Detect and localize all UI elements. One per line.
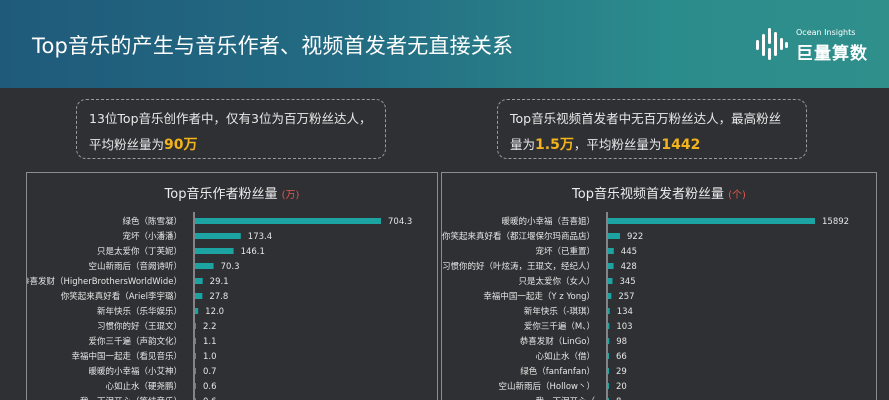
category-label: 只是太爱你（女人） (518, 276, 595, 287)
category-label: 恭喜发财（LinGo） (520, 336, 595, 347)
category-label: 暖暖的小幸福（吾喜姐） (501, 216, 595, 227)
value-label: 146.1 (241, 247, 265, 257)
category-label: 只是太爱你（丁芙妮） (97, 246, 182, 257)
chart-panel-publishers: Top音乐视频首发者粉丝量 (个) 暖暖的小幸福（吾喜姐） 15892 你笑起来真好… (441, 172, 877, 400)
ocean-insights-logo-icon (756, 28, 788, 60)
bar (608, 383, 609, 389)
bar (195, 338, 196, 344)
category-label: 爱你三千遍（M、） (524, 321, 595, 332)
category-label: 宠坏（已重置） (535, 246, 595, 257)
value-label: 70.3 (221, 262, 240, 272)
value-label: 20 (616, 382, 627, 392)
value-label: 922 (627, 232, 643, 242)
callout-publishers-line1: Top音乐视频首发者中无百万粉丝达人，最高粉丝 (510, 111, 782, 126)
value-label: 66 (616, 352, 627, 362)
bar (195, 233, 241, 239)
bar (608, 218, 815, 224)
value-label: 445 (621, 247, 637, 257)
value-label: 0.6 (203, 382, 217, 392)
bar (195, 248, 234, 254)
bar (195, 293, 203, 299)
value-label: 428 (621, 262, 637, 272)
bar (608, 263, 614, 269)
category-label: 你笑起来真好看（Ariel李宇璐） (61, 291, 182, 302)
callout-publishers: Top音乐视频首发者中无百万粉丝达人，最高粉丝 量为1.5万，平均粉丝量为144… (497, 99, 807, 159)
category-label: 爱你三千遍（声韵文化） (88, 336, 182, 347)
bar-chart-authors: 绿色（陈雪凝） 704.3 宠坏（小潘潘） 173.4 只是太爱你（丁芙妮） 146.1 空… (27, 212, 412, 400)
value-label: 12.0 (205, 307, 224, 317)
bar-chart-publishers: 暖暖的小幸福（吾喜姐） 15892 你笑起来真好看（都江堰保尔玛商品店） 922 宠坏（… (442, 212, 849, 400)
bar (195, 263, 214, 269)
value-label: 704.3 (388, 217, 412, 227)
callout-publishers-highlight-max: 1.5万 (535, 137, 574, 153)
category-label: 新年快乐（-琪琪） (524, 306, 595, 317)
category-label: 我一下泪开心（等结音乐） (80, 396, 182, 400)
category-label: 我一下泪开心（ (535, 396, 595, 400)
bar (195, 218, 381, 224)
callout-authors: 13位Top音乐创作者中，仅有3位为百万粉丝达人， 平均粉丝量为90万 (76, 99, 386, 159)
bar (608, 338, 610, 344)
category-label: 恭喜发财（HigherBrothersWorldWide） (27, 276, 182, 287)
value-label: 98 (616, 337, 627, 347)
bar (195, 383, 196, 389)
value-label: 257 (618, 292, 634, 302)
bar (608, 323, 610, 329)
callout-authors-line1: 13位Top音乐创作者中，仅有3位为百万粉丝达人， (89, 111, 372, 126)
value-label: 1.1 (203, 337, 217, 347)
bar (195, 323, 196, 329)
callout-publishers-mid: ，平均粉丝量为 (573, 137, 662, 152)
category-label: 空山新雨后（音阙诗听） (88, 261, 182, 272)
category-label: 幸福中国一起走（Y z Yong） (483, 291, 595, 302)
page-title: Top音乐的产生与音乐作者、视频首发者无直接关系 (32, 34, 514, 58)
value-label: 27.8 (209, 292, 228, 302)
callout-publishers-prefix: 量为 (510, 137, 536, 152)
callout-authors-highlight: 90万 (164, 137, 198, 153)
bar (608, 308, 610, 314)
value-label: 1.0 (203, 352, 217, 362)
header-banner: Top音乐的产生与音乐作者、视频首发者无直接关系 Ocean Insights … (0, 0, 889, 88)
value-label: 0.7 (203, 367, 217, 377)
value-label: 134 (617, 307, 633, 317)
value-label: 345 (619, 277, 635, 287)
value-label: 15892 (822, 217, 849, 227)
value-label: 29.1 (210, 277, 229, 287)
bar (608, 233, 621, 239)
callout-publishers-line2: 量为1.5万，平均粉丝量为1442 (510, 132, 796, 158)
bar (608, 368, 609, 374)
value-label: 29 (616, 367, 627, 377)
brand-logo: Ocean Insights 巨量算数 (754, 22, 882, 66)
callout-authors-line2: 平均粉丝量为90万 (89, 132, 375, 158)
category-label: 心如止水（硬尧鹏） (105, 381, 182, 392)
callout-publishers-highlight-avg: 1442 (661, 137, 701, 153)
bar (608, 353, 609, 359)
category-label: 习惯你的好（叶炫涛，王琨文，经纪人） (442, 261, 595, 272)
logo-chinese-text: 巨量算数 (796, 44, 868, 64)
bar (195, 353, 196, 359)
value-label: 2.2 (203, 322, 217, 332)
category-label: 心如止水（借） (535, 351, 595, 362)
category-label: 你笑起来真好看（都江堰保尔玛商品店） (442, 231, 595, 242)
category-label: 暖暖的小幸福（小艾神） (88, 366, 182, 377)
value-label: 103 (616, 322, 632, 332)
bar (608, 278, 613, 284)
category-label: 绿色（陈雪凝） (122, 216, 182, 227)
category-label: 幸福中国一起走（看见音乐） (71, 351, 182, 362)
value-label: 173.4 (248, 232, 272, 242)
bar (608, 248, 614, 254)
category-label: 空山新雨后（Hollow丶） (499, 381, 595, 392)
bar (608, 293, 612, 299)
logo-english-text: Ocean Insights (796, 28, 856, 37)
category-label: 新年快乐（乐华娱乐） (97, 306, 182, 317)
bar (195, 368, 196, 374)
category-label: 宠坏（小潘潘） (122, 231, 182, 242)
chart-panel-authors: Top音乐作者粉丝量 (万) 绿色（陈雪凝） 704.3 宠坏（小潘潘） 173.4 只… (26, 172, 438, 400)
bar (195, 308, 199, 314)
bar (195, 278, 203, 284)
category-label: 习惯你的好（王琨文） (97, 321, 182, 332)
category-label: 绿色（fanfanfan） (520, 366, 595, 377)
callout-authors-prefix: 平均粉丝量为 (89, 137, 165, 152)
